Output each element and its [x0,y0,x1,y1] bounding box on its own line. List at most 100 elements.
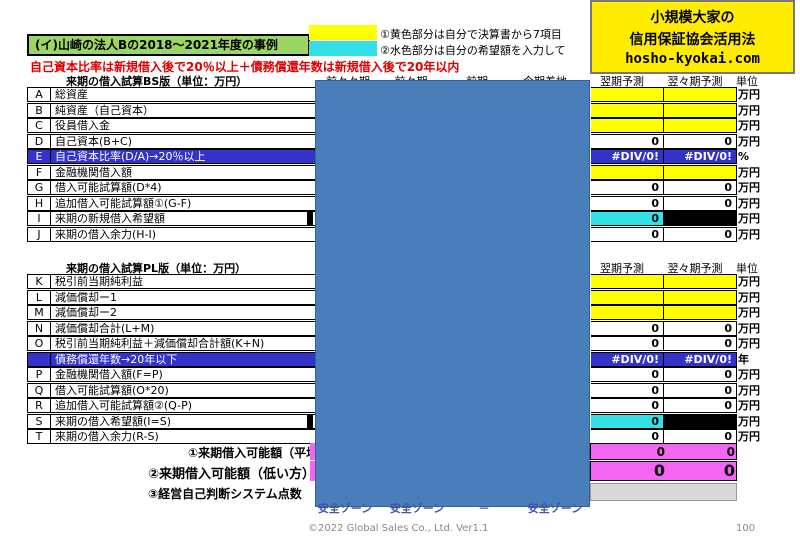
row-label: 減価償却合計(L+M) [51,320,336,336]
unit-label: 年 [738,352,749,366]
unit-label: 万円 [738,383,760,397]
row-label: 役員借入金 [51,118,336,133]
footer-page-number: 100 [736,523,756,534]
row-id: E [27,149,51,164]
row-label: 追加借入可能試算額②(Q-P) [51,398,336,413]
forecast-next-cell: 0 [591,226,664,242]
summary-low-value-2: 0 [723,461,735,480]
forecast-after-next-cell[interactable] [664,305,737,320]
row-id: M [27,305,51,320]
unit-label: 万円 [738,227,760,241]
forecast-after-next-cell[interactable] [664,274,737,289]
row-id: N [27,320,51,336]
unit-label: 万円 [738,399,760,412]
forecast-next-cell[interactable] [591,274,664,289]
unit-label: 万円 [738,290,760,304]
forecast-next-cell: 0 [591,133,664,149]
row-id: F [27,164,51,180]
row-label: 減価償却ー1 [51,289,336,305]
zone-label-3: － [478,502,490,515]
unit-label: 万円 [738,88,760,101]
forecast-after-next-cell [664,211,737,226]
unit-label: 万円 [738,212,760,225]
row-label: 総資産 [51,87,336,102]
forecast-next-cell[interactable] [591,87,664,102]
forecast-next-cell: 0 [591,382,664,398]
summary-system-label: ③経営自己判断システム点数 [148,487,302,501]
row-label: 追加借入可能試算額①(G-F) [51,195,336,211]
forecast-after-next-cell: 0 [664,180,737,195]
unit-label: 万円 [738,275,760,288]
row-id: D [27,133,51,149]
summary-avg-label: ①来期借入可能額（平均） [188,446,331,460]
row-label: 金融機関借入額 [51,164,336,180]
unit-label: 万円 [738,196,760,210]
forecast-after-next-cell: #DIV/0! [664,351,737,367]
forecast-after-next-cell[interactable] [664,102,737,118]
forecast-next-cell: 0 [591,336,664,351]
row-label: 税引前当期純利益＋減価償却合計額(K+N) [51,336,336,351]
forecast-after-next-cell[interactable] [664,289,737,305]
row-label: 債務償還年数→20年以下 [51,351,336,367]
row-id: G [27,180,51,195]
summary-avg-value-2: 0 [726,445,735,459]
row-label: 金融機関借入額(F=P) [51,367,336,382]
row-id: L [27,289,51,305]
unit-label: 万円 [738,414,760,428]
forecast-next-cell[interactable] [591,289,664,305]
forecast-after-next-cell: 0 [664,367,737,382]
forecast-next-cell[interactable] [591,164,664,180]
summary-avg-value-1: 0 [656,445,665,459]
forecast-next-cell[interactable] [591,305,664,320]
unit-label: 万円 [738,103,760,117]
footer-copyright: ©2022 Global Sales Co., Ltd. Ver1.1 [308,523,489,534]
forecast-after-next-cell: 0 [664,226,737,242]
legend-yellow-text: ①黄色部分は自分で決算書から7項目 [380,28,562,41]
unit-label: 万円 [738,337,760,350]
row-id: K [27,274,51,289]
forecast-next-cell[interactable] [591,118,664,133]
row-id: P [27,367,51,382]
forecast-next-cell: 0 [591,180,664,195]
forecast-after-next-cell: 0 [664,398,737,413]
forecast-next-cell[interactable] [591,102,664,118]
row-id: O [27,336,51,351]
logo-line-2: 信用保証協会活用法 [629,32,756,48]
summary-system-cell [590,483,737,501]
row-label: 来期の新規借入希望額 [51,211,336,226]
site-logo: 小規模大家の 信用保証協会活用法 hosho-kyokai.com [590,0,795,74]
input-marker [307,413,313,429]
unit-label: 万円 [738,306,760,319]
zone-label-1: 安全ゾーン [317,502,373,515]
row-label: 来期の借入余力(H-I) [51,226,336,242]
row-id: H [27,195,51,211]
row-id: B [27,102,51,118]
row-label: 自己資本(B+C) [51,133,336,149]
forecast-after-next-cell[interactable] [664,87,737,102]
summary-low-label: ②来期借入可能額（低い方） [148,467,316,482]
legend-cyan-swatch [309,41,377,56]
forecast-next-cell[interactable]: 0 [591,413,664,429]
forecast-after-next-cell[interactable] [664,164,737,180]
forecast-next-cell: 0 [591,320,664,336]
forecast-next-cell[interactable]: 0 [591,211,664,226]
row-label: 借入可能試算額(D*4) [51,180,336,195]
row-id: C [27,118,51,133]
row-id: I [27,211,51,226]
row-id: Q [27,382,51,398]
forecast-after-next-cell[interactable] [664,118,737,133]
logo-line-1: 小規模大家の [650,10,735,26]
forecast-next-cell: 0 [591,398,664,413]
forecast-next-cell: 0 [591,429,664,444]
unit-label: 万円 [738,134,760,148]
unit-label: 万円 [738,321,760,335]
forecast-after-next-cell: 0 [664,429,737,444]
forecast-next-cell: 0 [591,195,664,211]
forecast-next-cell: #DIV/0! [591,351,664,367]
input-marker [307,211,313,226]
forecast-next-cell: 0 [591,367,664,382]
unit-label: % [738,150,750,163]
row-label: 税引前当期純利益 [51,274,336,289]
zone-label-2: 安全ゾーン [389,502,445,515]
unit-label: 万円 [738,430,760,443]
